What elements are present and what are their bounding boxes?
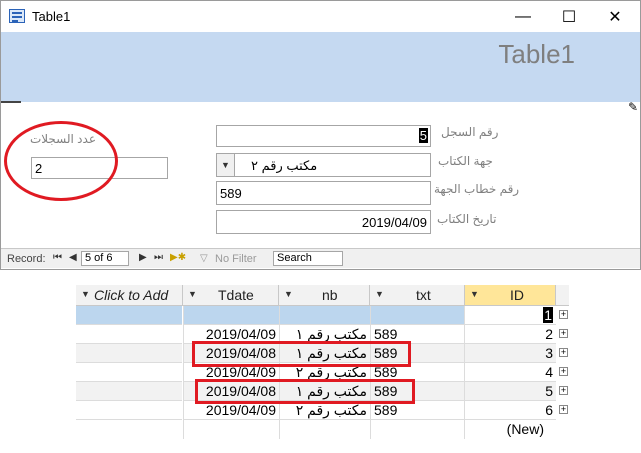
new-record-icon[interactable]: ▶✱ xyxy=(170,252,186,263)
letter-number-field[interactable]: 589 xyxy=(216,181,431,205)
filter-toggle[interactable]: No Filter xyxy=(215,253,257,265)
header-divider xyxy=(1,101,21,103)
chevron-down-icon[interactable]: ▼ xyxy=(217,154,235,176)
record-number-value: 5 xyxy=(418,128,428,143)
party-value: مكتب رقم ٢ xyxy=(251,158,318,173)
close-button[interactable]: ✕ xyxy=(592,1,638,32)
form-window: Table1 — ☐ ✕ Table1 ✎ عدد السجلات 2 رقم … xyxy=(0,0,641,270)
party-combobox[interactable]: ▼ مكتب رقم ٢ xyxy=(216,153,431,177)
column-header-id[interactable]: ▼ ID xyxy=(465,285,556,306)
expand-icon[interactable]: + xyxy=(559,348,568,357)
letter-date-field[interactable]: 2019/04/09 xyxy=(216,210,431,234)
datasheet: ▼ Click to Add ▼ Tdate ▼ nb ▼ txt ▼ ID 1… xyxy=(76,285,569,439)
letter-date-label: تاريخ الكتاب xyxy=(437,212,497,226)
record-navigation-bar: Record: ⏮ ◀ 5 of 6 ▶ ⏭ ▶✱ ▽ No Filter Se… xyxy=(1,248,640,268)
expand-icon[interactable]: + xyxy=(559,367,568,376)
letter-date-value: 2019/04/09 xyxy=(361,215,427,230)
party-label: جهة الكتاب xyxy=(438,154,493,168)
chevron-down-icon[interactable]: ▼ xyxy=(375,289,384,299)
letter-number-value: 589 xyxy=(220,186,242,201)
chevron-down-icon[interactable]: ▼ xyxy=(188,289,197,299)
expand-icon[interactable]: + xyxy=(559,310,568,319)
previous-record-icon[interactable]: ◀ xyxy=(69,252,77,263)
pencil-icon: ✎ xyxy=(628,100,639,114)
expand-icon[interactable]: + xyxy=(559,329,568,338)
window-title: Table1 xyxy=(32,9,71,24)
column-header-spacer xyxy=(556,285,569,306)
new-record-row[interactable]: (New) xyxy=(76,420,569,439)
record-position-input[interactable]: 5 of 6 xyxy=(81,251,129,266)
search-input[interactable]: Search xyxy=(273,251,343,266)
record-number-field[interactable]: 5 xyxy=(216,125,431,147)
form-heading: Table1 xyxy=(498,39,575,69)
column-header-nb[interactable]: ▼ nb xyxy=(279,285,370,306)
annotation-box xyxy=(195,379,415,404)
minimize-button[interactable]: — xyxy=(500,1,546,32)
form-icon xyxy=(9,9,25,23)
filter-icon: ▽ xyxy=(200,253,208,264)
chevron-down-icon[interactable]: ▼ xyxy=(284,289,293,299)
next-record-icon[interactable]: ▶ xyxy=(139,252,147,263)
column-header-tdate[interactable]: ▼ Tdate xyxy=(183,285,279,306)
column-header-txt[interactable]: ▼ txt xyxy=(370,285,465,306)
table-row[interactable]: 1 + xyxy=(76,306,569,325)
expand-icon[interactable]: + xyxy=(559,405,568,414)
last-record-icon[interactable]: ⏭ xyxy=(154,252,163,263)
chevron-down-icon[interactable]: ▼ xyxy=(81,289,90,299)
title-bar: Table1 — ☐ ✕ xyxy=(1,1,640,32)
maximize-button[interactable]: ☐ xyxy=(546,1,592,32)
expand-icon[interactable]: + xyxy=(559,386,568,395)
chevron-down-icon[interactable]: ▼ xyxy=(470,289,479,299)
letter-number-label: رقم خطاب الجهة xyxy=(434,182,520,196)
first-record-icon[interactable]: ⏮ xyxy=(53,252,62,263)
record-number-label: رقم السجل xyxy=(441,125,499,139)
record-label: Record: xyxy=(7,253,46,265)
column-header-add[interactable]: ▼ Click to Add xyxy=(76,285,183,306)
annotation-circle xyxy=(4,121,118,201)
id-cell[interactable]: 1 xyxy=(464,306,556,325)
annotation-box xyxy=(192,341,411,367)
